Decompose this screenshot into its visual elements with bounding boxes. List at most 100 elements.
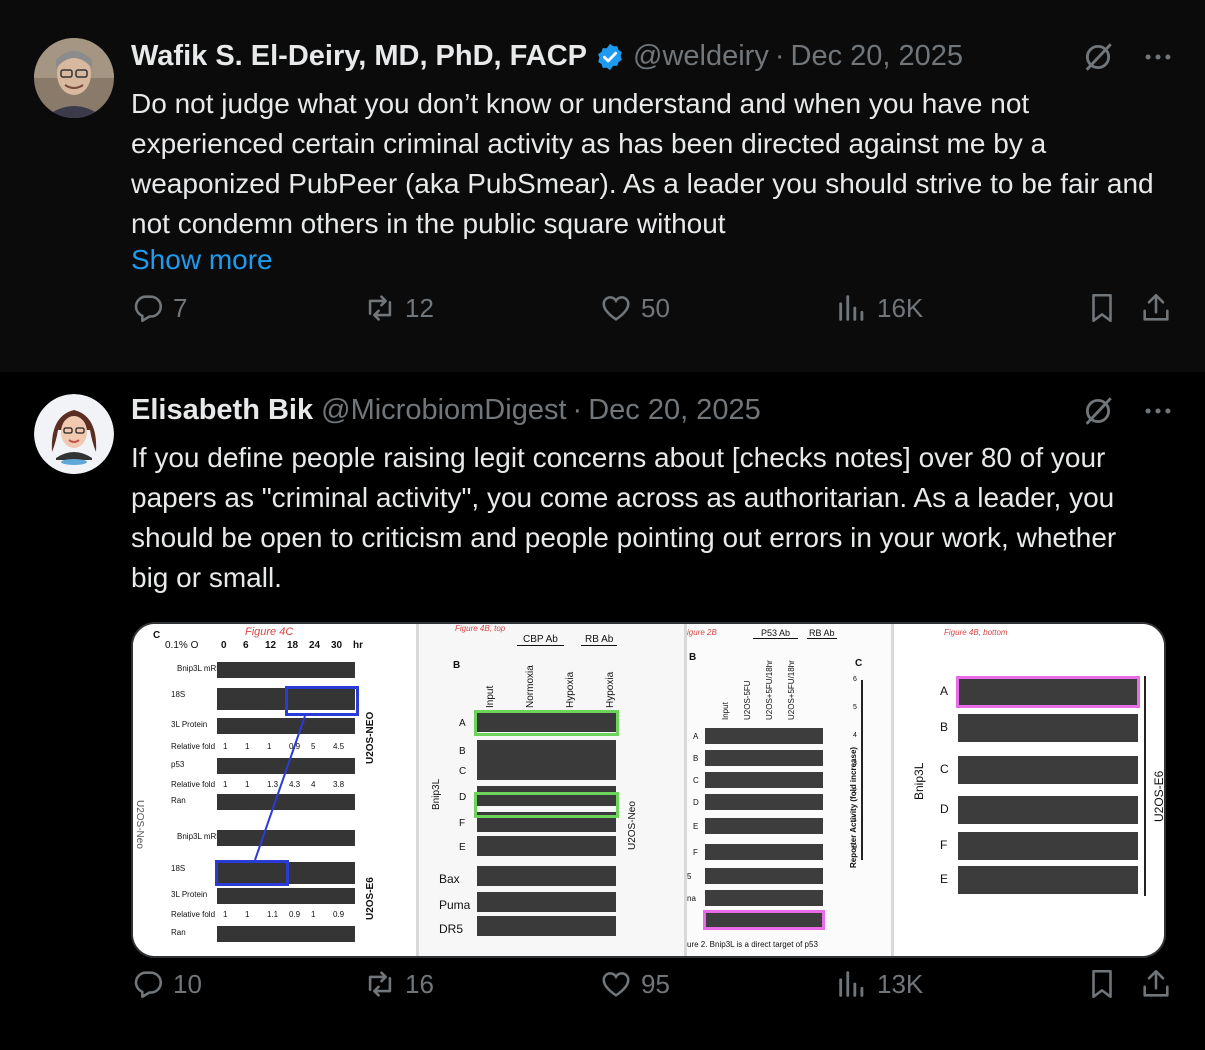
- blot-band: [705, 818, 823, 834]
- tweet-text: Do not judge what you don’t know or unde…: [131, 88, 1154, 239]
- figure-panel-4c: C Figure 4C 0.1% O 0 6 12 18 24 30 hr Bnip3L m…: [133, 624, 416, 956]
- figure-caption: ure 2. Bnip3L is a direct target of p53: [687, 940, 818, 949]
- row-label: B: [940, 720, 949, 734]
- blot-band: [477, 740, 616, 760]
- y-tick-label: 0: [853, 844, 857, 851]
- connector-line: [254, 715, 306, 861]
- blot-rows: A B C D F E: [894, 624, 1164, 956]
- author-name[interactable]: Elisabeth Bik: [131, 394, 313, 427]
- repost-icon: [368, 971, 392, 997]
- row-label: D: [459, 792, 467, 803]
- reply-button[interactable]: 7: [131, 291, 187, 325]
- share-icon: [1143, 969, 1169, 997]
- author-name[interactable]: Wafik S. El-Deiry, MD, PhD, FACP: [131, 40, 587, 73]
- bracket-line: [1144, 676, 1146, 896]
- row-group-label: Bnip3L: [431, 778, 442, 810]
- blot-band: [477, 866, 616, 886]
- y-axis: 6 5 4 3 2 1 0: [853, 676, 889, 860]
- like-count: 95: [641, 968, 670, 999]
- blot-band: [705, 844, 823, 860]
- repost-button[interactable]: 16: [363, 967, 434, 1001]
- heart-icon: [602, 296, 630, 321]
- row-group-label: Bnip3L: [912, 762, 926, 800]
- y-tick-label: 3: [853, 760, 857, 767]
- blot-band: [477, 916, 616, 936]
- tweet[interactable]: Elisabeth Bik @MicrobiomDigest · Dec 20,…: [0, 372, 1205, 1050]
- reply-button[interactable]: 10: [131, 967, 202, 1001]
- reply-icon: [134, 971, 163, 999]
- more-options-icon[interactable]: [1141, 394, 1175, 437]
- highlight-box-green: [474, 710, 619, 736]
- repost-button[interactable]: 12: [363, 291, 434, 325]
- grok-icon[interactable]: [1081, 394, 1115, 437]
- repost-count: 16: [405, 968, 434, 999]
- row-label: E: [459, 842, 466, 853]
- separator-dot: ·: [572, 394, 583, 426]
- author-handle[interactable]: @MicrobiomDigest: [321, 394, 566, 427]
- tweet-date[interactable]: Dec 20, 2025: [791, 40, 964, 73]
- row-label: C: [940, 762, 949, 776]
- figure-panel-4b-bottom: Figure 4B, bottom ABCDFE Bnip3L U2OS-E6: [894, 624, 1164, 956]
- row-label: F: [693, 848, 698, 857]
- tweet-date[interactable]: Dec 20, 2025: [588, 394, 761, 427]
- highlight-box-pink: [703, 910, 825, 930]
- reply-icon: [134, 295, 163, 323]
- blot-band: [477, 892, 616, 912]
- blot-band: [958, 714, 1138, 742]
- share-button[interactable]: [1139, 291, 1173, 325]
- bookmark-icon: [1092, 969, 1112, 999]
- highlight-box-pink: [956, 676, 1140, 708]
- like-button[interactable]: 50: [599, 291, 670, 325]
- separator-dot: ·: [774, 40, 785, 72]
- tweet-media-image[interactable]: C Figure 4C 0.1% O 0 6 12 18 24 30 hr Bnip3L m…: [131, 622, 1166, 958]
- bookmark-button[interactable]: [1085, 291, 1119, 325]
- row-label: C: [459, 766, 467, 777]
- blot-band: [705, 890, 823, 906]
- tweet[interactable]: Wafik S. El-Deiry, MD, PhD, FACP @weldei…: [0, 0, 1205, 372]
- row-label: E: [940, 872, 949, 886]
- views-button[interactable]: 13K: [835, 967, 923, 1001]
- like-button[interactable]: 95: [599, 967, 670, 1001]
- y-tick-label: 4: [853, 732, 857, 739]
- row-label: A: [459, 718, 466, 729]
- y-tick-label: 2: [853, 788, 857, 795]
- row-label: A: [693, 732, 699, 741]
- blot-band: [958, 866, 1138, 894]
- y-tick-label: 5: [853, 704, 857, 711]
- panel-letter: C: [855, 658, 863, 669]
- tweet-header: Elisabeth Bik @MicrobiomDigest · Dec 20,…: [131, 394, 1175, 427]
- views-count: 16K: [877, 292, 924, 323]
- row-label: E: [693, 822, 699, 831]
- repost-icon: [368, 295, 392, 321]
- row-label: A: [940, 684, 949, 698]
- share-button[interactable]: [1139, 967, 1173, 1001]
- figure-panel-2b: igure 2B B P53 Ab RB Ab Input U2OS-5FU U2O…: [687, 624, 891, 956]
- blot-band: [705, 750, 823, 766]
- bookmark-button[interactable]: [1085, 967, 1119, 1001]
- views-icon: [839, 295, 864, 321]
- more-options-icon[interactable]: [1141, 40, 1175, 83]
- tweet-header: Wafik S. El-Deiry, MD, PhD, FACP @weldei…: [131, 40, 1175, 73]
- reply-count: 7: [173, 292, 188, 323]
- row-label: F: [940, 838, 948, 852]
- blot-band: [705, 772, 823, 788]
- row-label: D: [693, 798, 699, 807]
- blot-band: [958, 832, 1138, 860]
- views-button[interactable]: 16K: [835, 291, 923, 325]
- avatar[interactable]: [34, 38, 114, 118]
- bookmark-icon: [1092, 293, 1112, 323]
- avatar[interactable]: [34, 394, 114, 474]
- author-handle[interactable]: @weldeiry: [633, 40, 769, 73]
- blot-rows: A B C D F E Bax Puma DR5: [419, 624, 684, 956]
- y-tick-label: 1: [853, 816, 857, 823]
- grok-icon[interactable]: [1081, 40, 1115, 83]
- show-more-link[interactable]: Show more: [131, 244, 273, 276]
- side-label: U2OS-E6: [1152, 770, 1164, 822]
- blot-band: [705, 868, 823, 884]
- views-icon: [839, 971, 864, 997]
- row-label: na: [687, 894, 696, 903]
- blot-band: [705, 794, 823, 810]
- side-label: U2OS-Neo: [627, 801, 638, 850]
- blot-band: [958, 756, 1138, 784]
- row-label: D: [940, 802, 949, 816]
